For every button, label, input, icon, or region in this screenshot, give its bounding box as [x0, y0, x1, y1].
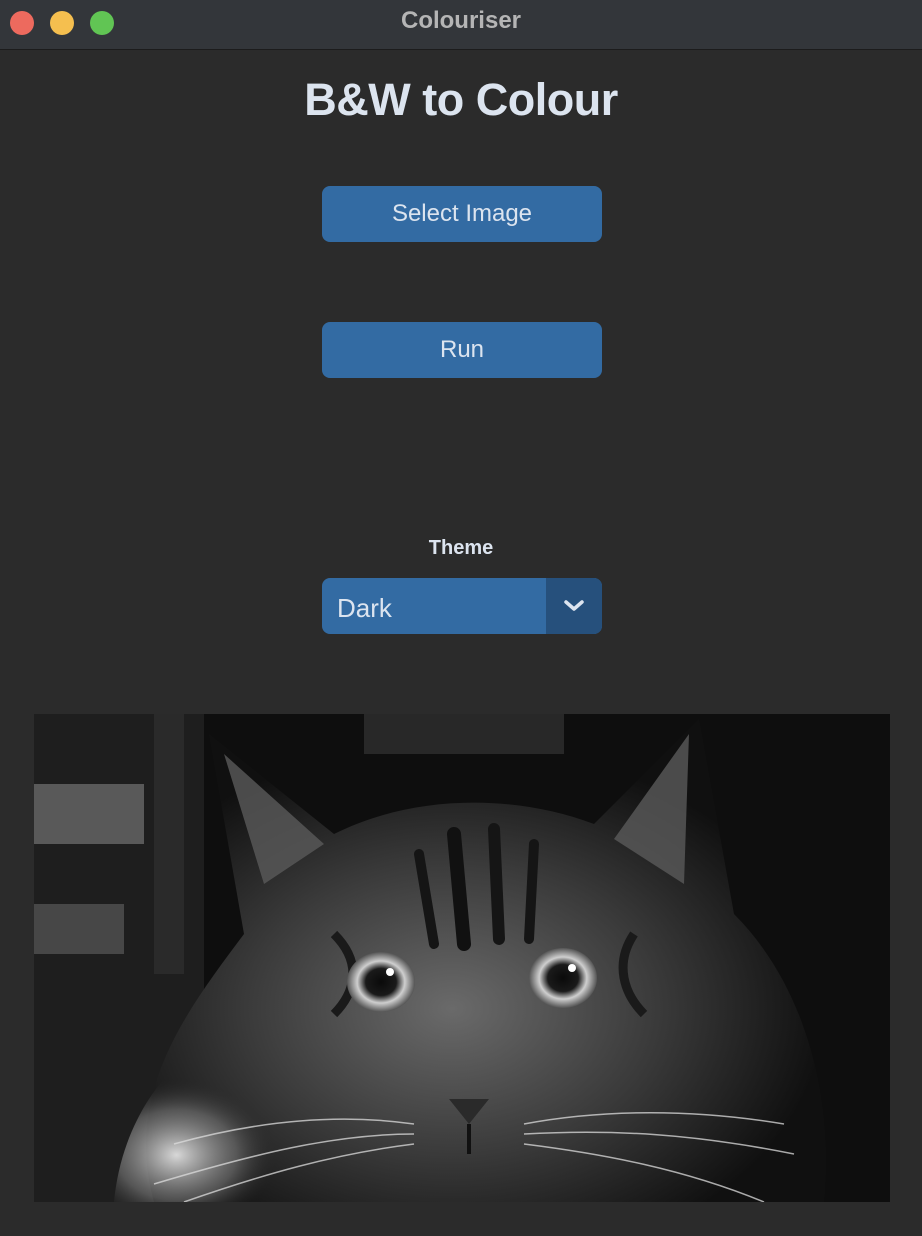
app-window: Colouriser B&W to Colour Select Image Ru… [0, 0, 922, 1236]
theme-selected-value: Dark [337, 593, 392, 623]
title-bar: Colouriser [0, 0, 922, 50]
select-image-button[interactable]: Select Image [322, 186, 602, 242]
theme-dropdown[interactable]: Dark [322, 578, 602, 634]
run-button[interactable]: Run [322, 322, 602, 378]
window-title: Colouriser [400, 7, 522, 34]
dropdown-arrow-button[interactable] [546, 578, 602, 634]
theme-label: Theme [428, 537, 494, 559]
cat-photo-image [34, 714, 890, 1202]
page-title: B&W to Colour [304, 74, 618, 125]
chevron-down-icon [564, 600, 584, 611]
image-preview [34, 714, 890, 1202]
